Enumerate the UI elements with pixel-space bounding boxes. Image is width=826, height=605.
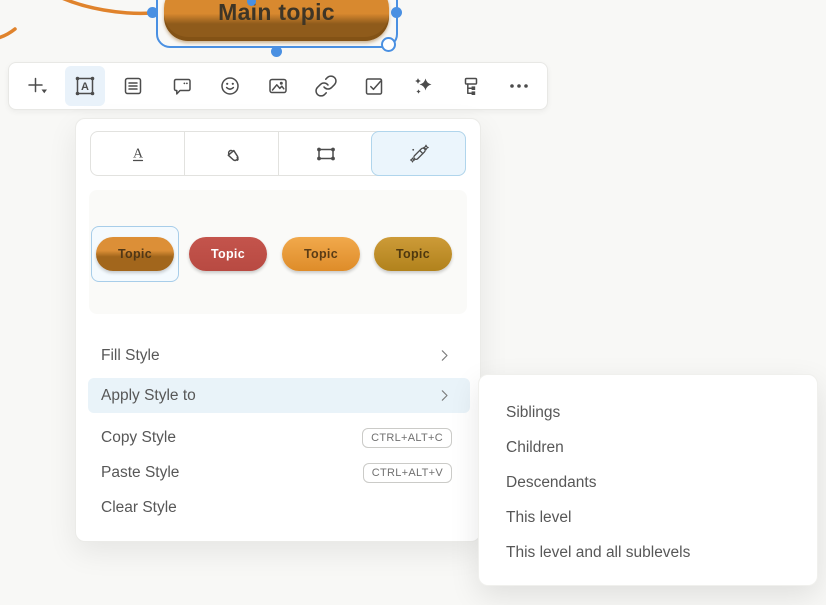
tab-font-style[interactable]: A (91, 132, 184, 175)
submenu-item-descendants[interactable]: Descendants (479, 465, 817, 500)
add-topic-button[interactable] (17, 66, 57, 106)
image-button[interactable] (258, 66, 298, 106)
emoji-button[interactable] (210, 66, 250, 106)
add-topic-plus-icon (25, 74, 49, 98)
svg-text:A: A (81, 81, 89, 93)
mindmap-canvas: Main topic A (0, 0, 826, 605)
menu-item-copy-style[interactable]: Copy Style CTRL+ALT+C (76, 420, 480, 455)
tab-quick-style[interactable] (371, 131, 466, 176)
structure-icon (459, 74, 483, 98)
ai-sparkles-icon (411, 74, 435, 98)
text-style-button[interactable]: A (65, 66, 105, 106)
menu-item-paste-style[interactable]: Paste Style CTRL+ALT+V (76, 455, 480, 490)
submenu-item-siblings[interactable]: Siblings (479, 395, 817, 430)
paint-bucket-icon (220, 142, 244, 166)
link-button[interactable] (306, 66, 346, 106)
comment-icon (170, 74, 194, 98)
node-toolbar: A (8, 62, 548, 110)
topic-style-pill[interactable]: Topic (189, 237, 267, 271)
magic-wand-icon (407, 142, 431, 166)
style-menu: Fill Style Apply Style to Copy Style CTR… (76, 338, 480, 525)
structure-button[interactable] (451, 66, 491, 106)
more-ellipsis-icon (507, 74, 531, 98)
topic-style-previews: Topic Topic Topic Topic (89, 190, 467, 314)
ai-button[interactable] (403, 66, 443, 106)
selection-handle-right[interactable] (391, 7, 402, 18)
border-frame-icon (314, 142, 338, 166)
selection-handle-left[interactable] (147, 7, 158, 18)
menu-item-clear-style[interactable]: Clear Style (76, 490, 480, 525)
chevron-right-icon (437, 348, 452, 363)
image-icon (266, 74, 290, 98)
shortcut-badge: CTRL+ALT+V (363, 463, 452, 483)
menu-item-apply-style-to[interactable]: Apply Style to (88, 378, 470, 413)
selection-handle-bottom[interactable] (271, 46, 282, 57)
more-button[interactable] (499, 66, 539, 106)
font-style-icon: A (126, 142, 150, 166)
emoji-icon (218, 74, 242, 98)
menu-item-fill-style[interactable]: Fill Style (76, 338, 480, 373)
topic-style-pill[interactable]: Topic (282, 237, 360, 271)
resize-handle-corner[interactable] (381, 37, 396, 52)
text-style-frame-icon: A (73, 74, 97, 98)
task-button[interactable] (354, 66, 394, 106)
topic-style-preview-selected[interactable]: Topic (91, 226, 179, 282)
submenu-item-children[interactable]: Children (479, 430, 817, 465)
svg-text:A: A (132, 146, 143, 161)
tab-border-style[interactable] (278, 132, 372, 175)
main-topic-node[interactable]: Main topic (164, 0, 389, 41)
chevron-right-icon (437, 388, 452, 403)
notes-button[interactable] (113, 66, 153, 106)
tab-fill-style[interactable] (184, 132, 278, 175)
submenu-item-this-level-and-all-sublevels[interactable]: This level and all sublevels (479, 535, 817, 570)
topic-style-pill: Topic (96, 237, 174, 271)
topic-style-pill[interactable]: Topic (374, 237, 452, 271)
notes-icon (121, 74, 145, 98)
apply-style-submenu: Siblings Children Descendants This level… (478, 374, 818, 586)
task-checkbox-icon (362, 74, 386, 98)
style-panel-tabs: A (90, 131, 466, 176)
main-topic-label: Main topic (218, 0, 335, 26)
style-panel: A (75, 118, 481, 542)
comment-button[interactable] (162, 66, 202, 106)
shortcut-badge: CTRL+ALT+C (362, 428, 452, 448)
submenu-item-this-level[interactable]: This level (479, 500, 817, 535)
link-icon (314, 74, 338, 98)
